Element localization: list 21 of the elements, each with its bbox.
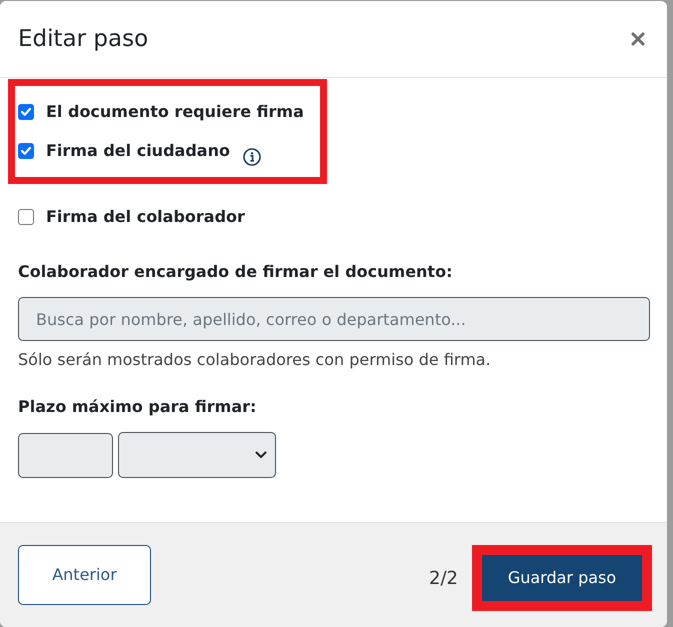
close-icon[interactable] bbox=[631, 32, 645, 46]
step-counter: 2/2 bbox=[429, 566, 458, 590]
checkbox[interactable] bbox=[18, 209, 34, 225]
field-label: Plazo máximo para firmar: bbox=[18, 396, 258, 418]
save-button[interactable]: Guardar paso bbox=[482, 555, 642, 601]
number-field[interactable] bbox=[18, 432, 113, 478]
info-icon[interactable] bbox=[242, 148, 261, 166]
dropdown-field[interactable] bbox=[118, 432, 276, 478]
chevron-down-icon bbox=[255, 451, 267, 459]
checkmark-icon bbox=[21, 147, 31, 155]
dialog-title: Editar paso bbox=[18, 25, 148, 53]
checkbox-label[interactable]: El documento requiere firma bbox=[46, 100, 304, 124]
checkbox[interactable] bbox=[18, 104, 34, 120]
checkbox-label[interactable]: Firma del ciudadano bbox=[46, 139, 230, 163]
checkmark-icon bbox=[21, 108, 31, 116]
field-label: Colaborador encargado de firmar el documento: bbox=[18, 261, 454, 283]
checkbox[interactable] bbox=[18, 143, 34, 159]
back-button[interactable]: Anterior bbox=[18, 545, 151, 605]
search-field[interactable]: Busca por nombre, apellido, correo o departamento... bbox=[18, 297, 650, 341]
checkbox-label[interactable]: Firma del colaborador bbox=[46, 205, 245, 229]
help-text: Sólo serán mostrados colaboradores con permiso de firma. bbox=[18, 350, 492, 370]
